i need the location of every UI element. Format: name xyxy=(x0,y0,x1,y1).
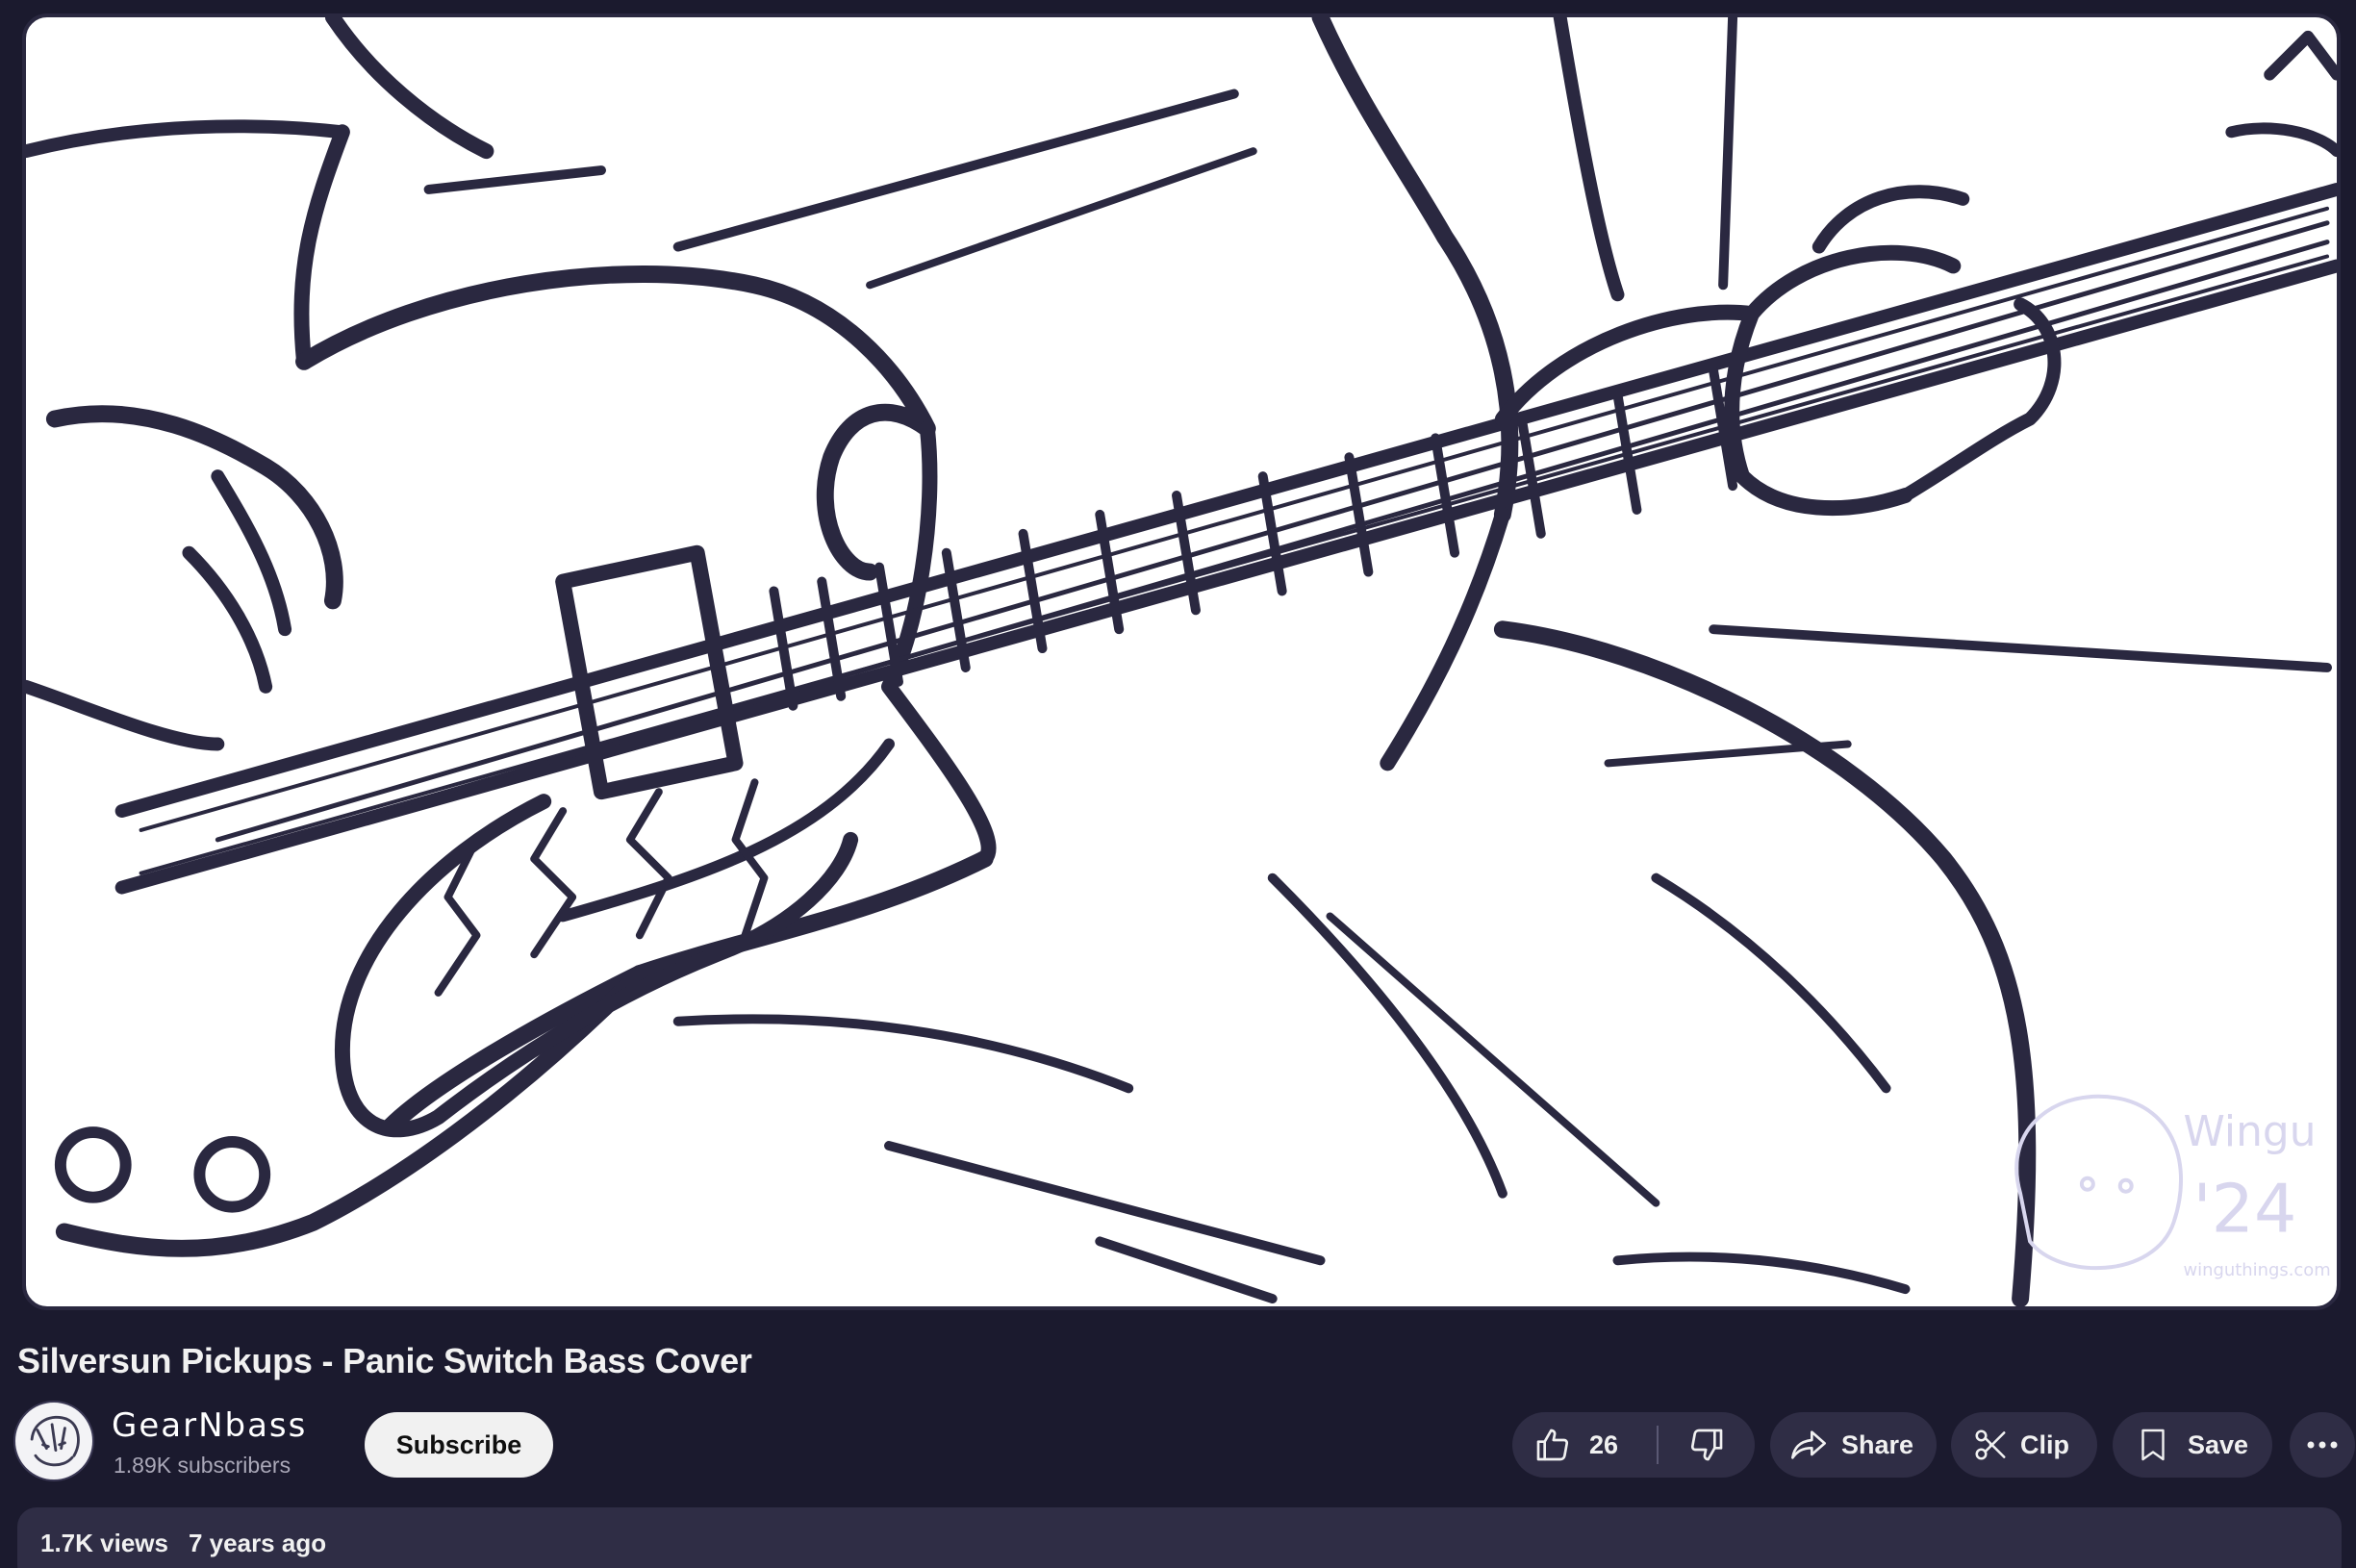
clip-button[interactable]: Clip xyxy=(1951,1412,2097,1478)
description-box[interactable]: 1.7K views 7 years ago xyxy=(17,1507,2342,1568)
watermark-logo xyxy=(2014,1094,2183,1271)
bookmark-icon xyxy=(2136,1427,2170,1463)
share-label: Share xyxy=(1841,1429,1914,1459)
view-count: 1.7K views xyxy=(40,1529,168,1557)
subscribe-button[interactable]: Subscribe xyxy=(365,1412,553,1478)
video-thumbnail-drawing: Wingu '24 winguthings.com xyxy=(26,17,2337,1306)
video-title: Silversun Pickups - Panic Switch Bass Co… xyxy=(17,1341,752,1380)
save-button[interactable]: Save xyxy=(2113,1412,2272,1478)
watermark-year: '24 xyxy=(2192,1171,2296,1249)
channel-avatar[interactable] xyxy=(13,1401,94,1481)
upload-age: 7 years ago xyxy=(189,1529,327,1557)
like-button[interactable]: 26 xyxy=(1512,1412,1657,1478)
watermark-site: winguthings.com xyxy=(2184,1260,2331,1280)
like-dislike-group: 26 xyxy=(1512,1412,1755,1478)
scissors-icon xyxy=(1972,1427,2009,1463)
video-player[interactable]: Wingu '24 winguthings.com xyxy=(22,13,2341,1310)
more-actions-button[interactable] xyxy=(2290,1412,2355,1478)
subscriber-count: 1.89K subscribers xyxy=(114,1453,291,1478)
share-button[interactable]: Share xyxy=(1770,1412,1937,1478)
clip-label: Clip xyxy=(2020,1429,2069,1459)
thumbs-down-icon xyxy=(1687,1426,1726,1464)
more-horizontal-icon xyxy=(2305,1439,2340,1451)
like-count: 26 xyxy=(1589,1429,1619,1459)
watermark-name: Wingu xyxy=(2184,1107,2317,1156)
youtube-watch-page: Wingu '24 winguthings.com Silversun Pick… xyxy=(0,0,2356,1568)
channel-action-row: GearNbass 1.89K subscribers Subscribe 26 xyxy=(13,1401,2355,1481)
save-label: Save xyxy=(2188,1429,2249,1459)
thumbs-up-icon xyxy=(1533,1426,1572,1464)
channel-name[interactable]: GearNbass xyxy=(112,1406,307,1445)
share-arrow-icon xyxy=(1789,1426,1828,1464)
dislike-button[interactable] xyxy=(1659,1412,1755,1478)
